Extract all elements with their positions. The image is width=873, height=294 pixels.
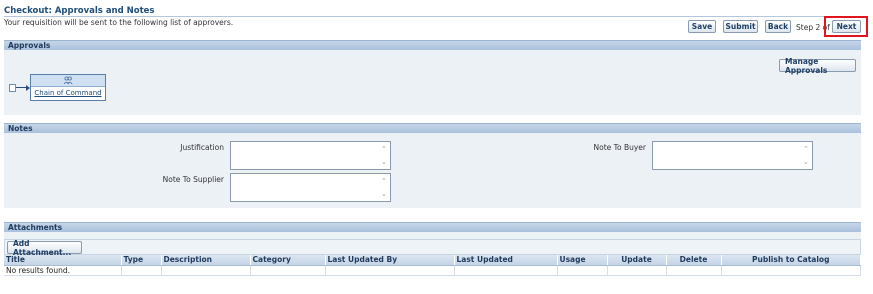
title-divider (4, 16, 866, 17)
page-title: Checkout: Approvals and Notes (4, 6, 155, 16)
attachments-header: Attachments (4, 222, 861, 232)
manage-approvals-button[interactable]: Manage Approvals (779, 57, 856, 75)
notes-header: Notes (4, 123, 861, 133)
column-description: Description (161, 255, 251, 266)
scroll-down-icon[interactable]: ⌄ (381, 191, 387, 198)
table-cell (454, 265, 558, 276)
note-to-buyer-field[interactable]: ⌃ ⌄ (652, 141, 813, 170)
scroll-up-icon[interactable]: ⌃ (381, 146, 387, 153)
column-usage: Usage (557, 255, 608, 266)
column-last-updated: Last Updated (454, 255, 558, 266)
submit-button[interactable]: Submit (723, 20, 758, 33)
scroll-down-icon[interactable]: ⌄ (381, 159, 387, 166)
table-row: No results found. (4, 265, 861, 276)
justification-field[interactable]: ⌃ ⌄ (230, 141, 391, 170)
chain-of-command-link[interactable]: Chain of Command (31, 89, 105, 97)
table-cell (666, 265, 722, 276)
next-button-highlight (824, 16, 868, 37)
justification-scrollbar[interactable]: ⌃ ⌄ (380, 142, 388, 169)
empty-results-message: No results found. (4, 265, 122, 276)
note-to-supplier-label: Note To Supplier (162, 175, 224, 184)
note-to-buyer-scrollbar[interactable]: ⌃ ⌄ (802, 142, 810, 169)
justification-label: Justification (180, 143, 224, 152)
attachments-panel (4, 232, 861, 239)
column-update: Update (607, 255, 667, 266)
table-cell (721, 265, 861, 276)
table-cell (250, 265, 326, 276)
table-cell (557, 265, 608, 276)
approvals-header: Approvals (4, 40, 861, 50)
save-button[interactable]: Save (688, 20, 716, 33)
note-to-supplier-scrollbar[interactable]: ⌃ ⌄ (380, 174, 388, 201)
scroll-up-icon[interactable]: ⌃ (803, 146, 809, 153)
column-type: Type (121, 255, 162, 266)
scroll-up-icon[interactable]: ⌃ (381, 178, 387, 185)
column-last-updated-by: Last Updated By (325, 255, 455, 266)
column-delete: Delete (666, 255, 722, 266)
table-cell (161, 265, 251, 276)
add-attachment-button[interactable]: Add Attachment... (7, 239, 82, 257)
attachments-table: Title Type Description Category Last Upd… (4, 255, 861, 276)
instructions-text: Your requisition will be sent to the fol… (4, 18, 234, 27)
back-button[interactable]: Back (765, 20, 791, 33)
people-icon (31, 75, 105, 87)
chain-of-command-node[interactable]: Chain of Command (30, 74, 106, 101)
approvals-panel (4, 50, 861, 115)
attachments-toolbar (4, 239, 861, 255)
document-icon (9, 84, 16, 92)
table-cell (325, 265, 455, 276)
table-cell (121, 265, 162, 276)
table-cell (607, 265, 667, 276)
column-publish-to-catalog: Publish to Catalog (721, 255, 861, 266)
table-header-row: Title Type Description Category Last Upd… (4, 255, 861, 266)
column-title: Title (4, 255, 122, 266)
note-to-buyer-label: Note To Buyer (593, 143, 646, 152)
column-category: Category (250, 255, 326, 266)
scroll-down-icon[interactable]: ⌄ (803, 159, 809, 166)
note-to-supplier-field[interactable]: ⌃ ⌄ (230, 173, 391, 202)
